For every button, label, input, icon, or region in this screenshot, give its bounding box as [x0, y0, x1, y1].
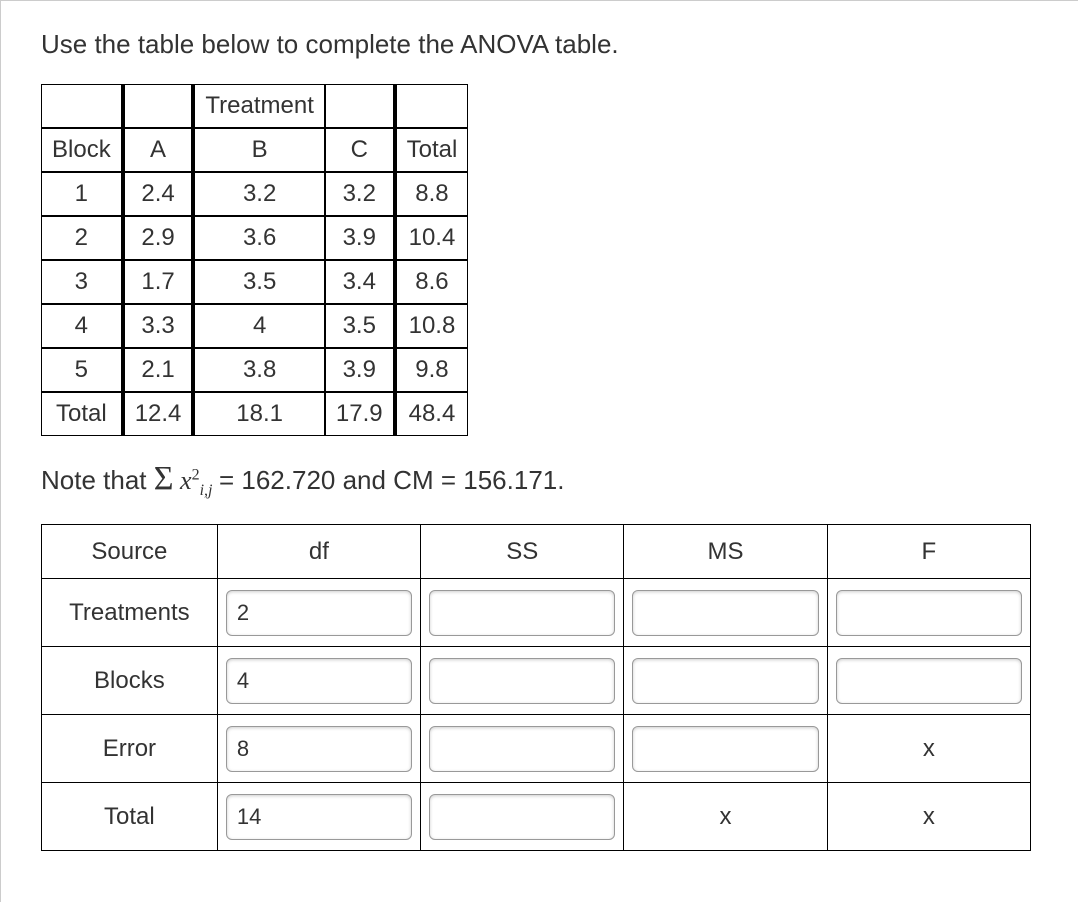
- anova-header-ms: MS: [624, 525, 827, 579]
- table-cell: 2.1: [124, 348, 195, 392]
- row-total-label: Total: [41, 392, 124, 436]
- df-blocks-input[interactable]: [226, 658, 412, 704]
- df-total-input[interactable]: [226, 794, 412, 840]
- table-cell: 3.9: [325, 348, 396, 392]
- question-card: Use the table below to complete the ANOV…: [0, 0, 1078, 902]
- note-eq: = 162.720 and CM = 156.171.: [219, 465, 565, 495]
- col-header-total: Total: [396, 128, 469, 172]
- sum-expression: Σ x2i,j: [154, 466, 219, 495]
- table-cell: 1.7: [124, 260, 195, 304]
- table-cell: 3.3: [124, 304, 195, 348]
- table-cell: 48.4: [396, 392, 469, 436]
- anova-header-f: F: [827, 525, 1030, 579]
- col-header-a: A: [124, 128, 195, 172]
- anova-header-source: Source: [42, 525, 218, 579]
- table-cell: 4: [194, 304, 324, 348]
- table-cell: 9.8: [396, 348, 469, 392]
- df-treatments-input[interactable]: [226, 590, 412, 636]
- anova-table: Source df SS MS F Treatments Blocks Erro…: [41, 524, 1031, 851]
- table-cell: 10.4: [396, 216, 469, 260]
- ms-error-input[interactable]: [632, 726, 818, 772]
- note-prefix: Note that: [41, 465, 154, 495]
- f-treatments-input[interactable]: [836, 590, 1022, 636]
- empty-cell: [325, 84, 396, 128]
- table-cell: 5: [41, 348, 124, 392]
- row-label-blocks: Blocks: [42, 647, 218, 715]
- question-prompt: Use the table below to complete the ANOV…: [41, 29, 1038, 60]
- f-total-na: x: [827, 783, 1030, 851]
- ss-blocks-input[interactable]: [429, 658, 615, 704]
- f-blocks-input[interactable]: [836, 658, 1022, 704]
- table-cell: 3.9: [325, 216, 396, 260]
- table-cell: 2: [41, 216, 124, 260]
- table-cell: 8.6: [396, 260, 469, 304]
- table-cell: 3.4: [325, 260, 396, 304]
- ss-error-input[interactable]: [429, 726, 615, 772]
- table-cell: 3: [41, 260, 124, 304]
- empty-cell: [41, 84, 124, 128]
- treatment-header: Treatment: [194, 84, 324, 128]
- row-label-total: Total: [42, 783, 218, 851]
- note-text: Note that Σ x2i,j = 162.720 and CM = 156…: [41, 460, 1038, 500]
- f-error-na: x: [827, 715, 1030, 783]
- table-cell: 3.8: [194, 348, 324, 392]
- variable-x: x: [180, 466, 192, 495]
- row-label-error: Error: [42, 715, 218, 783]
- col-header-block: Block: [41, 128, 124, 172]
- ms-treatments-input[interactable]: [632, 590, 818, 636]
- table-cell: 2.9: [124, 216, 195, 260]
- superscript: 2: [192, 466, 200, 483]
- table-cell: 10.8: [396, 304, 469, 348]
- ss-treatments-input[interactable]: [429, 590, 615, 636]
- table-cell: 17.9: [325, 392, 396, 436]
- col-header-b: B: [194, 128, 324, 172]
- row-label-treatments: Treatments: [42, 579, 218, 647]
- ms-blocks-input[interactable]: [632, 658, 818, 704]
- anova-header-df: df: [217, 525, 420, 579]
- ss-total-input[interactable]: [429, 794, 615, 840]
- table-cell: 3.2: [194, 172, 324, 216]
- ms-total-na: x: [624, 783, 827, 851]
- df-error-input[interactable]: [226, 726, 412, 772]
- subscript: i,j: [200, 482, 213, 499]
- empty-cell: [396, 84, 469, 128]
- table-cell: 18.1: [194, 392, 324, 436]
- table-cell: 8.8: [396, 172, 469, 216]
- table-cell: 4: [41, 304, 124, 348]
- anova-header-ss: SS: [421, 525, 624, 579]
- table-cell: 12.4: [124, 392, 195, 436]
- table-cell: 3.5: [325, 304, 396, 348]
- table-cell: 3.6: [194, 216, 324, 260]
- table-cell: 2.4: [124, 172, 195, 216]
- table-cell: 3.2: [325, 172, 396, 216]
- sigma-icon: Σ: [154, 460, 174, 497]
- empty-cell: [124, 84, 195, 128]
- data-table: Treatment Block A B C Total 1 2.4 3.2 3.…: [41, 84, 468, 436]
- col-header-c: C: [325, 128, 396, 172]
- table-cell: 1: [41, 172, 124, 216]
- table-cell: 3.5: [194, 260, 324, 304]
